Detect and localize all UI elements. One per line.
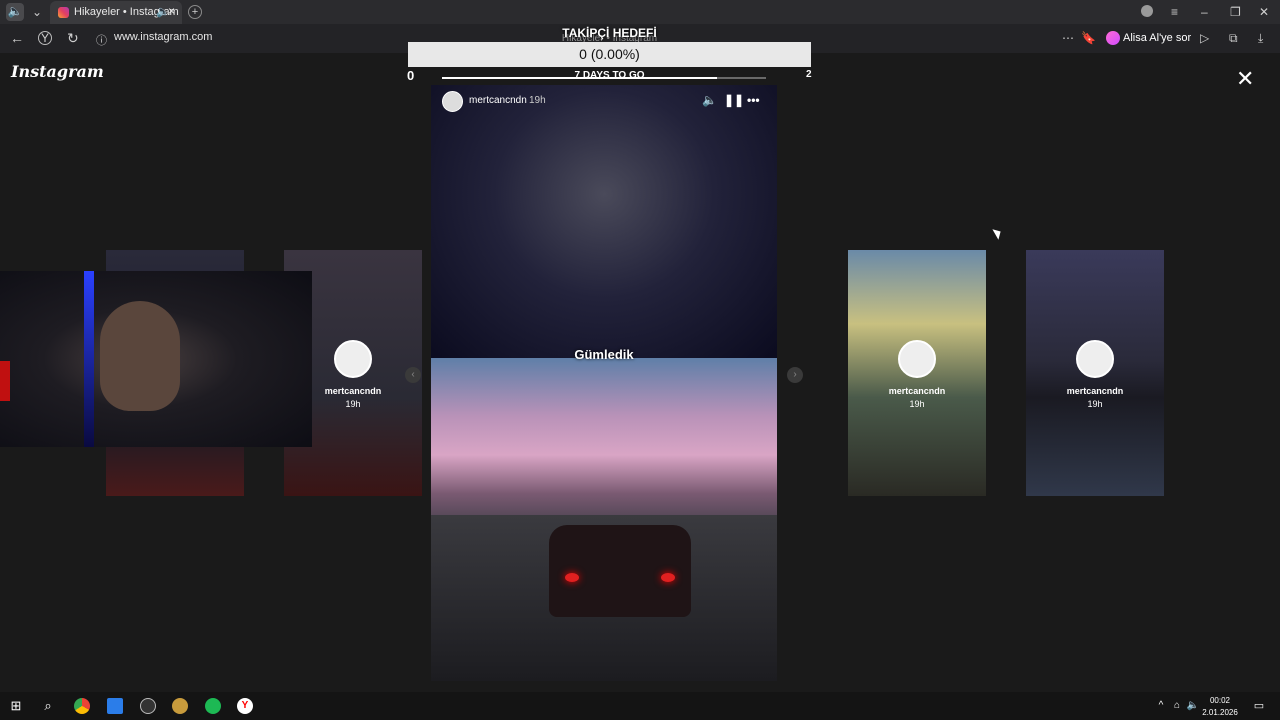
yandex-browser-icon[interactable]: Y xyxy=(237,698,253,714)
instagram-logo[interactable]: Instagram xyxy=(11,62,104,81)
story-viewer[interactable]: mertcancndn 19h 🔈 ❚❚ ••• Gümledik xyxy=(431,85,777,681)
back-icon[interactable]: ← xyxy=(10,30,24,46)
story-preview-right-2[interactable]: mertcancndn 19h xyxy=(1026,250,1164,496)
tail-light xyxy=(565,573,579,582)
site-info-icon[interactable]: ⓘ xyxy=(96,32,107,48)
download-icon[interactable]: ⤓ xyxy=(1258,31,1263,46)
instagram-favicon-icon xyxy=(58,7,69,18)
goal-days-left: 7 DAYS TO GO xyxy=(574,70,645,81)
app-icon[interactable] xyxy=(107,698,123,714)
search-icon[interactable]: ⌕ xyxy=(40,698,56,714)
minimize-icon[interactable]: – xyxy=(1201,4,1208,20)
rgb-light xyxy=(84,271,94,447)
windows-start-icon[interactable]: ⊞ xyxy=(8,698,24,714)
network-icon[interactable]: ⌂ xyxy=(1169,698,1185,714)
more-options-icon[interactable]: ••• xyxy=(747,93,760,107)
browser-tab-strip: 🔈 ⌄ Hikayeler • Instagram 🔈 × + ≡ – ❐ ✕ xyxy=(0,0,1280,24)
new-tab-button[interactable]: + xyxy=(188,5,202,19)
chrome-icon[interactable] xyxy=(74,698,90,714)
media-icon[interactable]: ▷ xyxy=(1200,31,1209,45)
story-preview-right-1[interactable]: mertcancndn 19h xyxy=(848,250,986,496)
rgb-light-red xyxy=(0,361,10,401)
browser-tab[interactable]: Hikayeler • Instagram 🔈 × xyxy=(50,1,182,24)
close-story-button[interactable]: ✕ xyxy=(1236,66,1254,92)
menu-icon[interactable]: ≡ xyxy=(1171,4,1178,20)
avatar xyxy=(1076,340,1114,378)
tray-chevron-icon[interactable]: ^ xyxy=(1153,698,1169,714)
story-image-top xyxy=(431,85,777,358)
chevron-down-icon[interactable]: ⌄ xyxy=(32,4,42,20)
obs-icon[interactable] xyxy=(140,698,156,714)
car xyxy=(549,525,691,617)
story-time: 19h xyxy=(529,95,546,106)
speaker-icon[interactable]: 🔈 xyxy=(6,3,24,21)
next-story-icon[interactable]: › xyxy=(787,367,803,383)
avatar xyxy=(334,340,372,378)
assistant-button[interactable]: Alisa Al'ye sor xyxy=(1103,28,1197,48)
preview-username: mertcancndn xyxy=(888,386,946,396)
mouse-cursor-icon xyxy=(992,226,1004,240)
assistant-icon xyxy=(1106,31,1120,45)
pause-icon[interactable]: ❚❚ xyxy=(724,93,744,107)
preview-time: 19h xyxy=(909,399,925,409)
webcam-overlay xyxy=(0,271,312,447)
yandex-icon[interactable]: Y xyxy=(38,31,52,45)
collections-icon[interactable]: ⧉ xyxy=(1229,31,1238,46)
preview-username: mertcancndn xyxy=(1066,386,1124,396)
avatar xyxy=(898,340,936,378)
volume-tray-icon[interactable]: 🔈 xyxy=(1185,698,1201,714)
tab-close-icon[interactable]: × xyxy=(168,4,175,18)
previous-story-icon[interactable]: ‹ xyxy=(405,367,421,383)
window-close-icon[interactable]: ✕ xyxy=(1259,4,1269,20)
taskbar: ⊞ ⌕ Y ^ ⌂ 🔈 ▭ xyxy=(0,692,1280,720)
url-field[interactable]: www.instagram.com xyxy=(114,31,212,43)
goal-title: TAKİPÇİ HEDEFİ xyxy=(562,26,657,40)
story-username[interactable]: mertcancndn xyxy=(469,95,527,106)
streamer-figure xyxy=(100,301,180,411)
restore-icon[interactable]: ❐ xyxy=(1230,4,1241,20)
assistant-label: Alisa Al'ye sor xyxy=(1123,32,1192,44)
notification-icon[interactable]: ▭ xyxy=(1251,698,1267,714)
story-caption: Gümledik xyxy=(574,347,634,362)
league-icon[interactable] xyxy=(172,698,188,714)
more-icon[interactable]: ⋯ xyxy=(1062,31,1074,45)
avatar[interactable] xyxy=(442,91,463,112)
profile-icon[interactable] xyxy=(1141,5,1153,17)
reload-icon[interactable]: ↻ xyxy=(67,30,79,47)
preview-time: 19h xyxy=(1087,399,1103,409)
clock-time[interactable]: 00:02 xyxy=(1204,696,1236,705)
bookmark-icon[interactable]: 🔖 xyxy=(1081,31,1096,45)
goal-value-bar: 0 (0.00%) xyxy=(408,42,811,67)
goal-max: 2 xyxy=(806,69,812,80)
clock-date[interactable]: 2.01.2026 xyxy=(1200,708,1240,717)
spotify-icon[interactable] xyxy=(205,698,221,714)
tail-light xyxy=(661,573,675,582)
volume-icon[interactable]: 🔈 xyxy=(702,93,717,107)
